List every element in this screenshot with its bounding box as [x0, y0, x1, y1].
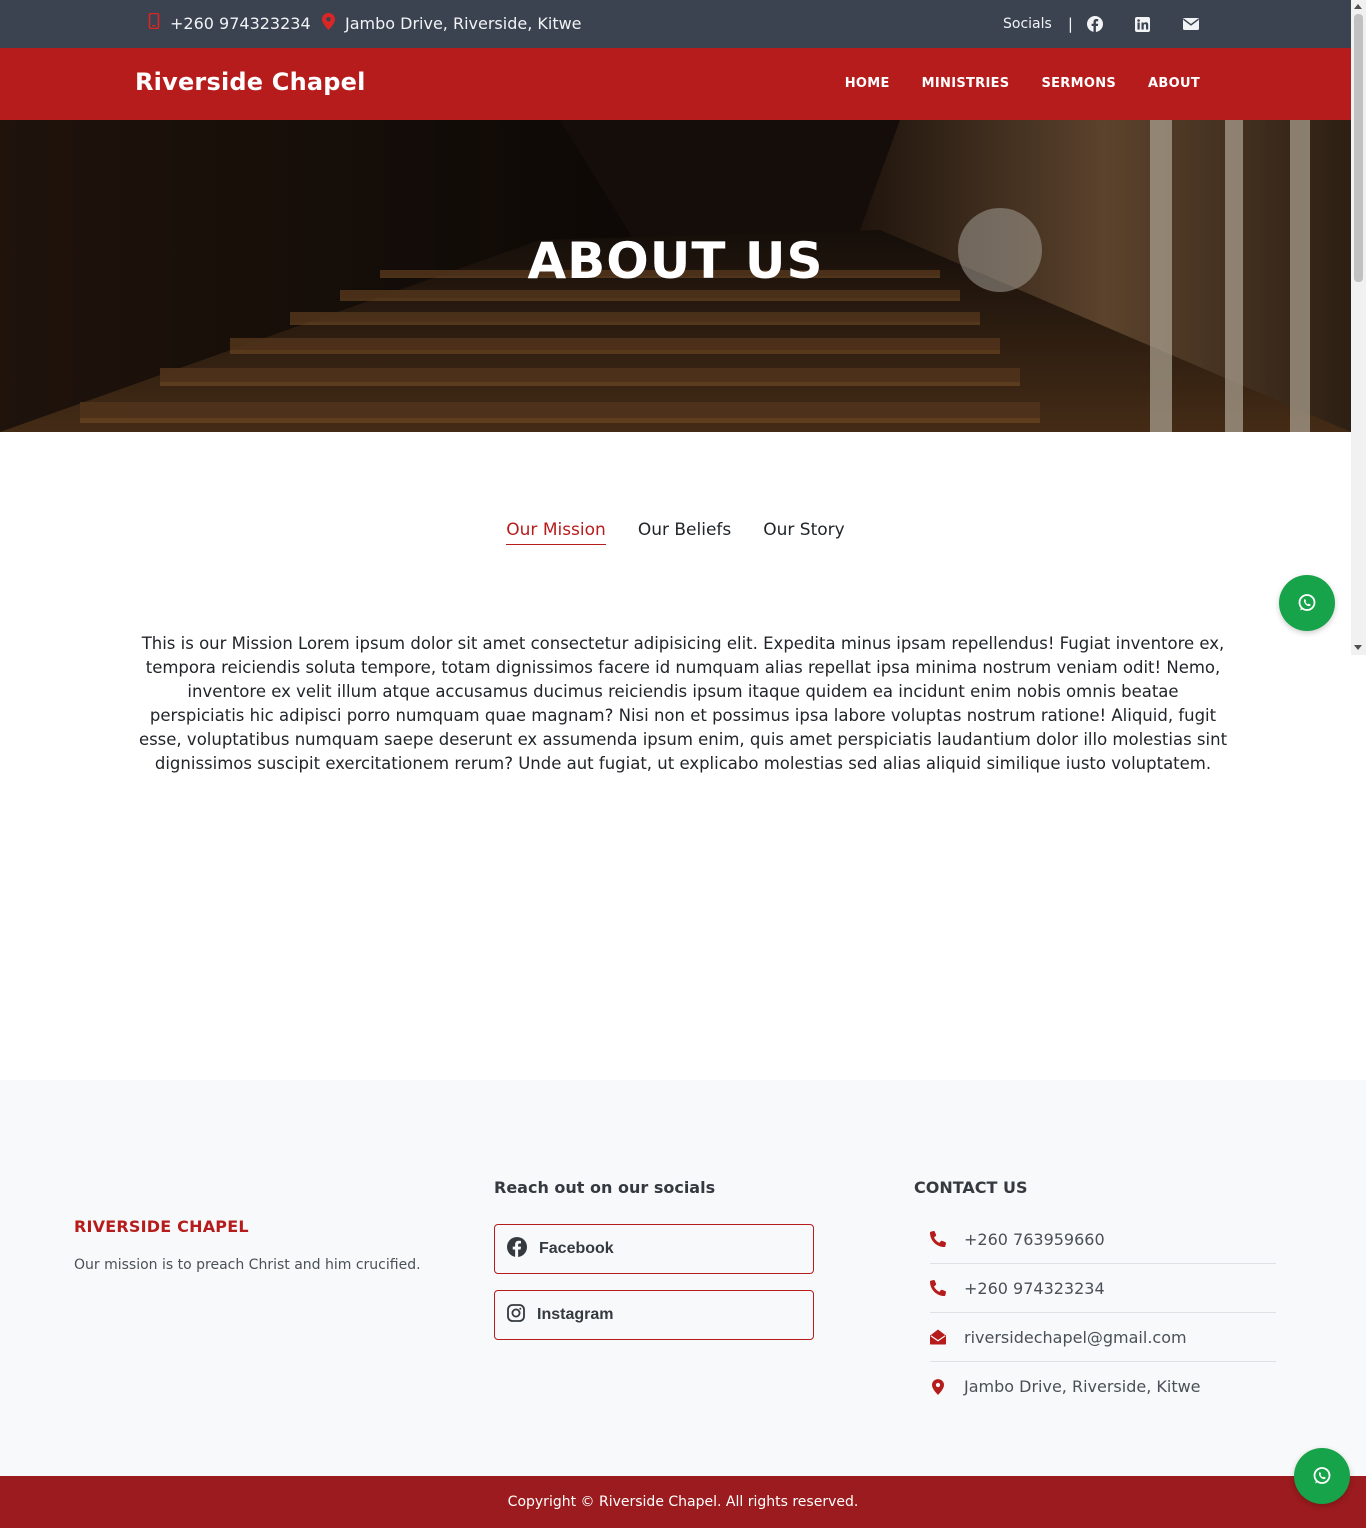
contact-email-text: riversidechapel@gmail.com	[964, 1327, 1187, 1347]
contact-address-text: Jambo Drive, Riverside, Kitwe	[964, 1377, 1201, 1396]
nav-about[interactable]: ABOUT	[1148, 76, 1200, 91]
whatsapp-icon	[1298, 594, 1316, 611]
page-scrollbar[interactable]	[1351, 0, 1366, 655]
map-marker-icon	[322, 13, 335, 34]
copyright-bar: Copyright © Riverside Chapel. All rights…	[0, 1476, 1366, 1528]
topbar-address: Jambo Drive, Riverside, Kitwe	[322, 13, 582, 34]
footer-description: Our mission is to preach Christ and him …	[74, 1257, 421, 1273]
top-info-bar: +260 974323234 Jambo Drive, Riverside, K…	[0, 0, 1351, 48]
whatsapp-button-bottom[interactable]	[1294, 1448, 1350, 1504]
whatsapp-icon	[1313, 1467, 1331, 1484]
topbar-socials: Socials |	[1003, 15, 1231, 33]
mission-text: This is our Mission Lorem ipsum dolor si…	[138, 634, 1228, 773]
mobile-phone-icon	[148, 12, 160, 33]
socials-separator: |	[1067, 15, 1073, 33]
instagram-button-label: Instagram	[537, 1306, 614, 1323]
nav-sermons[interactable]: SERMONS	[1041, 76, 1116, 91]
facebook-button-label: Facebook	[539, 1240, 614, 1257]
instagram-button[interactable]: Instagram	[494, 1290, 814, 1340]
contact-address: Jambo Drive, Riverside, Kitwe	[930, 1362, 1276, 1411]
envelope-icon[interactable]	[1182, 16, 1199, 32]
footer-contact-title: CONTACT US	[914, 1178, 1028, 1197]
scroll-up-arrow-icon[interactable]	[1354, 4, 1362, 9]
facebook-button[interactable]: Facebook	[494, 1224, 814, 1274]
topbar-address-text: Jambo Drive, Riverside, Kitwe	[345, 14, 582, 33]
facebook-icon	[507, 1236, 527, 1262]
hero-banner: ABOUT US	[0, 120, 1351, 432]
scroll-down-arrow-icon[interactable]	[1354, 645, 1362, 650]
hero-title: ABOUT US	[527, 232, 824, 290]
contact-list: +260 763959660 +260 974323234 riversidec…	[930, 1215, 1276, 1411]
contact-email[interactable]: riversidechapel@gmail.com	[930, 1313, 1276, 1362]
contact-phone-2-text: +260 974323234	[964, 1278, 1105, 1298]
footer-socials-title: Reach out on our socials	[494, 1178, 716, 1197]
whatsapp-button[interactable]	[1279, 575, 1335, 631]
tab-our-beliefs[interactable]: Our Beliefs	[638, 520, 731, 545]
contact-phone-2[interactable]: +260 974323234	[930, 1264, 1276, 1313]
nav-links: HOME MINISTRIES SERMONS ABOUT	[845, 76, 1200, 91]
topbar-phone[interactable]: +260 974323234	[148, 12, 311, 33]
contact-phone-1-text: +260 763959660	[964, 1229, 1105, 1249]
scrollbar-thumb[interactable]	[1354, 14, 1363, 282]
topbar-phone-text: +260 974323234	[170, 13, 311, 33]
site-footer: RIVERSIDE CHAPEL Our mission is to preac…	[0, 1080, 1366, 1476]
tab-our-mission[interactable]: Our Mission	[506, 520, 606, 545]
instagram-icon	[507, 1303, 525, 1327]
linkedin-icon[interactable]	[1135, 16, 1151, 32]
nav-home[interactable]: HOME	[845, 76, 890, 91]
site-brand[interactable]: Riverside Chapel	[135, 68, 366, 96]
facebook-icon[interactable]	[1086, 16, 1103, 32]
contact-phone-1[interactable]: +260 763959660	[930, 1215, 1276, 1264]
map-marker-icon	[930, 1378, 946, 1395]
footer-brand: RIVERSIDE CHAPEL	[74, 1217, 249, 1236]
phone-icon	[930, 1231, 946, 1247]
nav-ministries[interactable]: MINISTRIES	[922, 76, 1010, 91]
socials-label: Socials	[1003, 16, 1052, 32]
copyright-text: Copyright © Riverside Chapel. All rights…	[507, 1494, 859, 1510]
phone-icon	[930, 1280, 946, 1296]
about-tabs: Our Mission Our Beliefs Our Story	[0, 520, 1351, 545]
tab-our-story[interactable]: Our Story	[763, 520, 844, 545]
envelope-open-icon	[930, 1329, 946, 1345]
main-navbar: Riverside Chapel HOME MINISTRIES SERMONS…	[0, 48, 1351, 120]
